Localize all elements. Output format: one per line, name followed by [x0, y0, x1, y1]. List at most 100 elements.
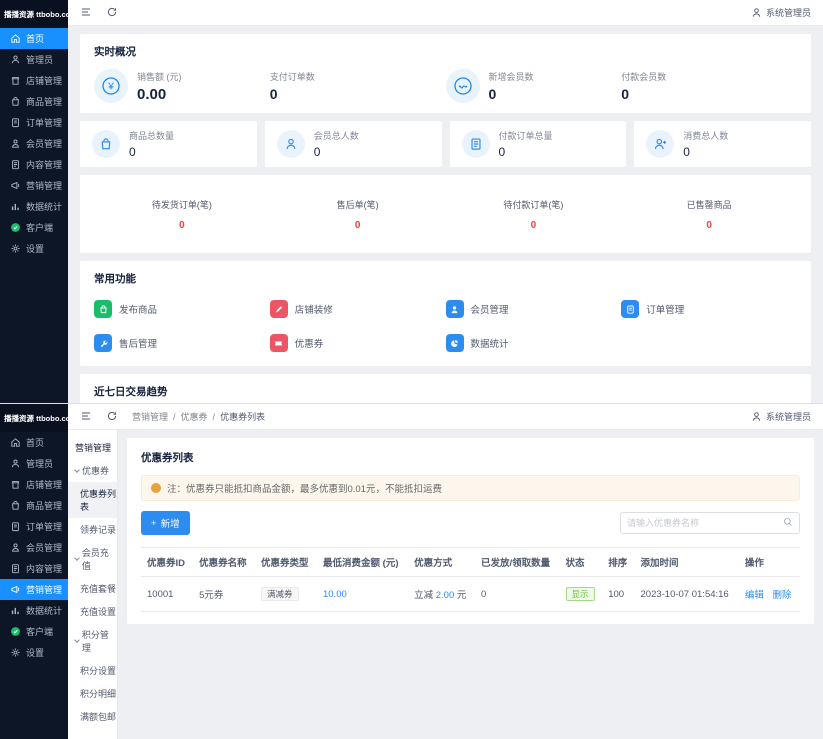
sidebar-item-home[interactable]: 首页 [0, 432, 68, 453]
refresh-icon[interactable] [106, 410, 118, 424]
search-icon[interactable] [783, 514, 793, 532]
sidebar-item-members[interactable]: 会员管理 [0, 133, 68, 154]
submenu-item-claim-records[interactable]: 领券记录 [68, 518, 117, 541]
user-menu[interactable]: 系统管理员 [751, 410, 811, 423]
cell-added-time: 2023-10-07 01:54:16 [634, 576, 739, 612]
pending-value[interactable]: 0 [94, 220, 270, 231]
trend-wave-icon [445, 69, 480, 103]
col-coupon-name: 优惠券名称 [193, 547, 256, 577]
coupon-list-screen: 播播资源 ttbobo.com 首页 管理员 店铺管理 商品管理 订单管理 会员… [0, 403, 823, 739]
sidebar-item-goods[interactable]: 商品管理 [0, 495, 68, 516]
aftersale-manage-icon [94, 334, 112, 352]
sidebar-item-settings[interactable]: 设置 [0, 642, 68, 663]
pending-value[interactable]: 0 [621, 220, 797, 231]
sidebar-item-home[interactable]: 首页 [0, 28, 68, 49]
col-discount-way: 优惠方式 [408, 547, 476, 577]
submenu-group-points[interactable]: 积分管理 [68, 623, 117, 659]
sidebar-item-orders[interactable]: 订单管理 [0, 516, 68, 537]
cell-coupon-id: 10001 [141, 576, 194, 612]
sidebar-item-statistics[interactable]: 数据统计 [0, 600, 68, 621]
home-icon [11, 438, 20, 447]
edit-link[interactable]: 编辑 [745, 590, 764, 601]
submenu-item-recharge-packages[interactable]: 充值套餐 [68, 577, 117, 600]
refresh-icon[interactable] [106, 6, 118, 20]
quick-publish-goods[interactable]: 发布商品 [94, 300, 270, 318]
coupon-icon [269, 334, 288, 352]
quick-shop-decorate[interactable]: 店铺装修 [269, 300, 446, 318]
total-members-card: 会员总人数 0 [264, 121, 442, 167]
quick-data-stats[interactable]: 数据统计 [445, 334, 622, 352]
submenu-item-points-detail[interactable]: 积分明细 [68, 682, 117, 705]
pending-value[interactable]: 0 [270, 220, 446, 231]
plus-icon: + [151, 517, 157, 529]
nav-label: 商品管理 [26, 501, 63, 511]
list-icon [461, 130, 490, 158]
sidebar-item-goods[interactable]: 商品管理 [0, 91, 68, 112]
sidebar-item-shop[interactable]: 店铺管理 [0, 70, 68, 91]
sidebar-item-shop[interactable]: 店铺管理 [0, 474, 68, 495]
submenu-item-points-settings[interactable]: 积分设置 [68, 659, 117, 682]
status-badge: 显示 [565, 587, 595, 601]
card-title: 实时概况 [94, 46, 136, 58]
pending-label: 已售罄商品 [686, 200, 732, 210]
nav-label: 设置 [26, 244, 45, 254]
sidebar-item-statistics[interactable]: 数据统计 [0, 196, 68, 217]
sidebar-item-content[interactable]: 内容管理 [0, 558, 68, 579]
breadcrumb-separator: / [212, 411, 216, 422]
submenu-item-recharge-settings[interactable]: 充值设置 [68, 600, 117, 623]
coupon-search [620, 512, 800, 534]
coupon-list-panel: 优惠券列表 注：优惠券只能抵扣商品金额，最多优惠到0.01元，不能抵扣运费 + … [127, 438, 814, 624]
submenu-item-free-shipping[interactable]: 满额包邮 [68, 705, 117, 728]
stat-value: 0 [269, 86, 278, 102]
way-value: 2.00 [435, 590, 455, 601]
sidebar-item-client[interactable]: 客户端 [0, 621, 68, 642]
col-actions: 操作 [738, 547, 800, 577]
submenu-group-coupon[interactable]: 优惠券 [68, 459, 117, 482]
way-suffix: 元 [456, 590, 467, 601]
quick-member-manage[interactable]: 会员管理 [445, 300, 622, 318]
pending-label: 售后单(笔) [336, 200, 379, 210]
sidebar-item-marketing[interactable]: 营销管理 [0, 579, 68, 600]
user-menu[interactable]: 系统管理员 [751, 6, 811, 19]
breadcrumb-coupon[interactable]: 优惠券 [181, 410, 208, 423]
goods-icon [12, 97, 19, 106]
cell-issued-count: 0 [475, 576, 560, 612]
sidebar-item-settings[interactable]: 设置 [0, 238, 68, 259]
submenu-label: 领券记录 [80, 525, 117, 535]
quick-order-manage[interactable]: 订单管理 [621, 300, 797, 318]
bag-icon [92, 130, 120, 158]
submenu-item-coupon-list[interactable]: 优惠券列表 [68, 482, 117, 518]
user-icon [752, 8, 761, 17]
delete-link[interactable]: 删除 [773, 590, 792, 601]
total-consumers-card: 消费总人数 0 [634, 121, 811, 167]
admin-icon [11, 55, 20, 64]
client-icon [11, 223, 20, 232]
collapse-menu-icon[interactable] [80, 6, 92, 20]
submenu-group-recharge[interactable]: 会员充值 [68, 541, 117, 577]
sidebar-item-admin[interactable]: 管理员 [0, 49, 68, 70]
add-coupon-button[interactable]: + 新增 [141, 511, 190, 535]
sidebar-item-marketing[interactable]: 营销管理 [0, 175, 68, 196]
marketing-icon [11, 181, 20, 190]
coupon-search-input[interactable] [627, 518, 783, 528]
pending-value[interactable]: 0 [446, 220, 622, 231]
data-stats-icon [445, 334, 464, 352]
sidebar-item-members[interactable]: 会员管理 [0, 537, 68, 558]
sidebar-item-orders[interactable]: 订单管理 [0, 112, 68, 133]
sidebar-item-content[interactable]: 内容管理 [0, 154, 68, 175]
quick-aftersale-manage[interactable]: 售后管理 [94, 334, 270, 352]
breadcrumb-marketing[interactable]: 营销管理 [132, 410, 168, 423]
nav-label: 客户端 [26, 223, 54, 233]
col-status: 状态 [559, 547, 603, 577]
sidebar-item-client[interactable]: 客户端 [0, 217, 68, 238]
nav-label: 数据统计 [26, 606, 63, 616]
sidebar-item-admin[interactable]: 管理员 [0, 453, 68, 474]
collapse-menu-icon[interactable] [80, 410, 92, 424]
nav-label: 管理员 [26, 459, 54, 469]
stat-label: 付款会员数 [621, 72, 667, 82]
quick-coupon[interactable]: 优惠券 [269, 334, 446, 352]
card-title: 常用功能 [94, 273, 136, 285]
marketing-icon [11, 585, 20, 594]
total-value: 0 [683, 145, 690, 159]
stat-label: 支付订单数 [269, 72, 315, 82]
